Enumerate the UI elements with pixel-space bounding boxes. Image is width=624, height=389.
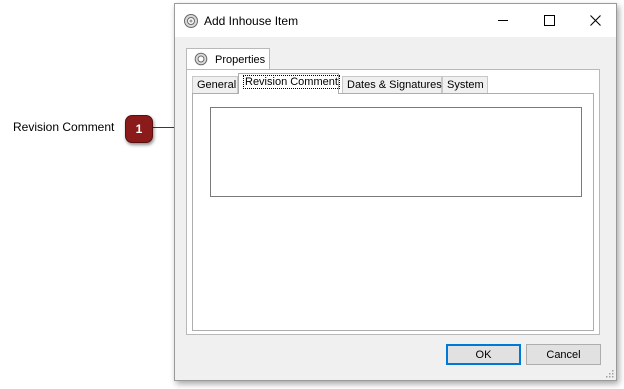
close-icon bbox=[589, 15, 601, 26]
tab-system-label: System bbox=[447, 79, 484, 91]
close-button[interactable] bbox=[572, 4, 618, 37]
gear-icon bbox=[194, 52, 208, 66]
tab-revision-comment[interactable]: Revision Comment bbox=[238, 73, 340, 94]
resize-grip-icon[interactable] bbox=[604, 368, 614, 378]
revision-comment-panel bbox=[192, 93, 594, 331]
window-title: Add Inhouse Item bbox=[204, 14, 299, 28]
annotation-badge: 1 bbox=[125, 115, 153, 143]
add-inhouse-item-dialog: Add Inhouse Item Properties General Revi bbox=[174, 3, 617, 381]
tab-revision-comment-label: Revision Comment bbox=[243, 75, 340, 89]
cancel-button[interactable]: Cancel bbox=[526, 344, 601, 365]
minimize-button[interactable] bbox=[480, 4, 526, 37]
maximize-icon bbox=[543, 15, 555, 26]
tab-properties-label: Properties bbox=[215, 54, 266, 66]
maximize-button[interactable] bbox=[526, 4, 572, 37]
tab-system[interactable]: System bbox=[442, 76, 488, 94]
revision-comment-textarea[interactable] bbox=[211, 108, 581, 196]
tab-dates-signatures[interactable]: Dates & Signatures bbox=[342, 76, 442, 94]
tab-properties[interactable]: Properties bbox=[186, 48, 270, 70]
ok-button[interactable]: OK bbox=[446, 344, 521, 365]
tab-dates-signatures-label: Dates & Signatures bbox=[347, 79, 442, 91]
tab-general[interactable]: General bbox=[192, 76, 238, 94]
gear-icon bbox=[184, 14, 198, 28]
properties-panel: General Revision Comment Dates & Signatu… bbox=[186, 69, 600, 335]
minimize-icon bbox=[498, 20, 508, 21]
annotation-label: Revision Comment bbox=[13, 120, 115, 134]
title-bar[interactable]: Add Inhouse Item bbox=[175, 4, 616, 37]
revision-comment-field-frame bbox=[210, 107, 582, 197]
tab-general-label: General bbox=[197, 79, 237, 91]
